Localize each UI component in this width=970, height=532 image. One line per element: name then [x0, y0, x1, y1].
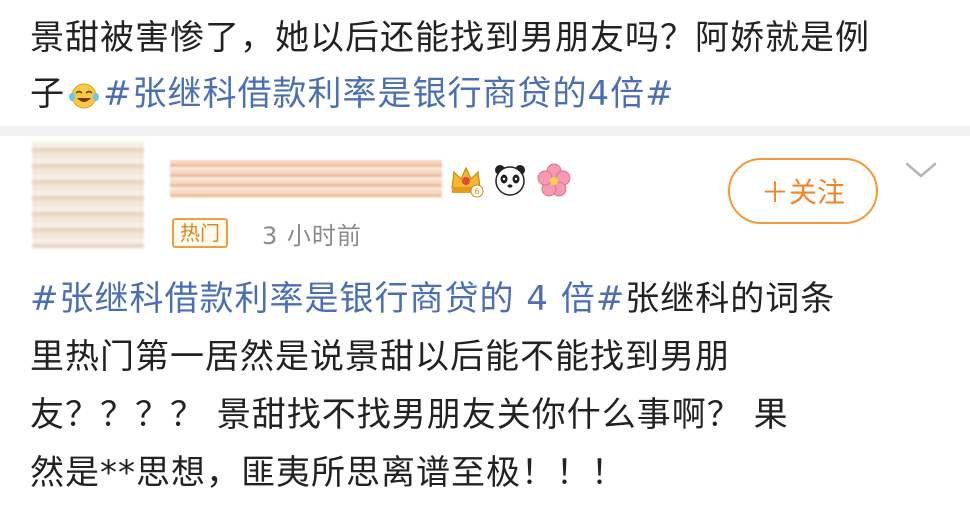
hot-badge: 热门 [172, 218, 228, 248]
comment-line3: 友？？？？ 景甜找不找男朋友关你什么事啊？ 果 [30, 395, 789, 435]
top-post-line1: 景甜被害惨了，她以后还能找到男朋友吗？阿娇就是例 [30, 18, 870, 58]
post-time: 3 小时前 [262, 222, 362, 250]
panda-icon [495, 165, 525, 196]
top-post-text: 景甜被害惨了，她以后还能找到男朋友吗？阿娇就是例 子 #张继科借款利率是银行商贷… [30, 10, 950, 122]
user-badges: 6 [448, 160, 572, 200]
comment-body: #张继科借款利率是银行商贷的 4 倍#张继科的词条 里热门第一居然是说景甜以后能… [30, 270, 950, 502]
top-post-line2-prefix: 子 [30, 74, 65, 114]
comment-line1-rest: 张继科的词条 [625, 279, 836, 319]
chevron-down-icon[interactable] [904, 160, 938, 180]
top-post-line2: 子 #张继科借款利率是银行商贷的4倍# [30, 66, 950, 122]
laugh-cry-emoji-icon [69, 83, 99, 109]
follow-button[interactable]: ＋关注 [728, 158, 878, 224]
top-post-hashtag-link[interactable]: #张继科借款利率是银行商贷的4倍# [103, 74, 675, 114]
svg-text:6: 6 [474, 187, 479, 196]
avatar[interactable] [32, 142, 144, 248]
flower-icon [537, 163, 571, 197]
section-divider [0, 126, 970, 136]
comment-line1: #张继科借款利率是银行商贷的 4 倍#张继科的词条 [30, 270, 950, 328]
crown-badge-icon[interactable]: 6 [448, 162, 484, 198]
username-blurred[interactable] [170, 160, 442, 198]
comment-line4: 然是**思想，匪夷所思离谱至极！！！ [30, 453, 626, 493]
comment-line2: 里热门第一居然是说景甜以后能不能找到男朋 [30, 337, 730, 377]
comment-hashtag-link[interactable]: #张继科借款利率是银行商贷的 4 倍# [30, 279, 625, 319]
